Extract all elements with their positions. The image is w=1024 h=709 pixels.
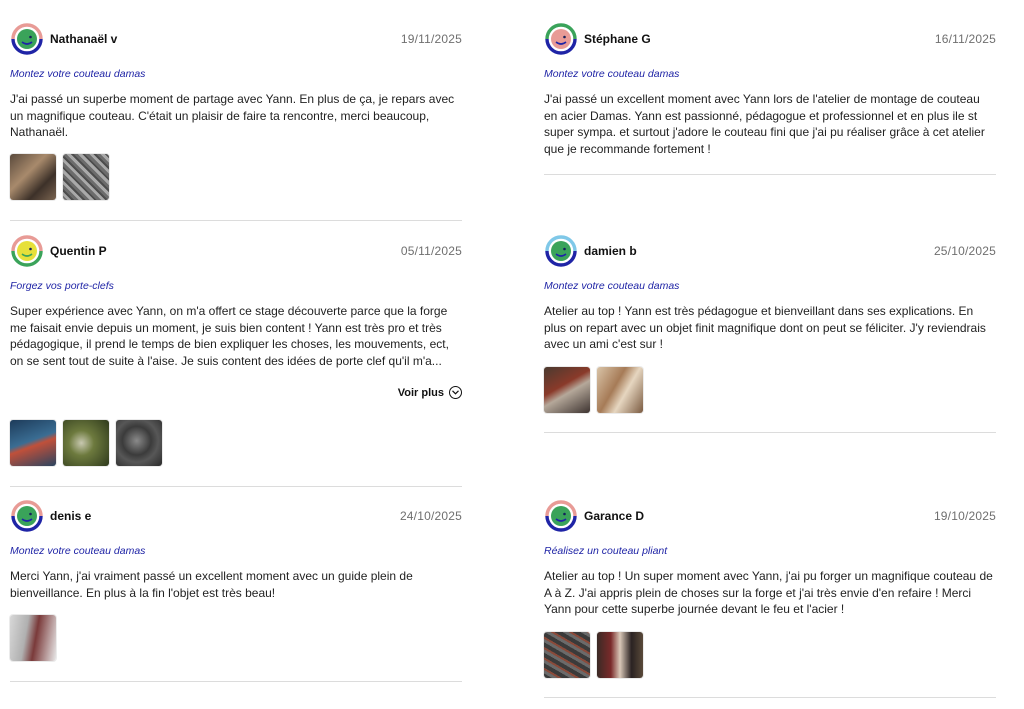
see-more-label: Voir plus bbox=[397, 386, 444, 399]
review-photo[interactable] bbox=[544, 632, 590, 678]
review-workshop: Forgez vos porte-clefs bbox=[10, 280, 114, 292]
review-author: damien b bbox=[584, 244, 637, 258]
review-date: 24/10/2025 bbox=[399, 509, 462, 523]
review-workshop: Montez votre couteau damas bbox=[10, 68, 146, 80]
review-divider bbox=[544, 174, 996, 175]
review-photo[interactable] bbox=[63, 420, 109, 466]
review-photos bbox=[10, 615, 56, 661]
review-divider bbox=[10, 681, 462, 682]
review-card: Nathanaël v 19/11/2025 Montez votre cout… bbox=[10, 22, 462, 221]
review-author: Nathanaël v bbox=[50, 32, 118, 46]
review-photos bbox=[10, 420, 162, 466]
review-author: Quentin P bbox=[50, 244, 107, 258]
avatar-icon bbox=[544, 234, 578, 268]
review-date: 25/10/2025 bbox=[933, 244, 996, 258]
review-author: Garance D bbox=[584, 509, 645, 523]
review-text: J'ai passé un superbe moment de partage … bbox=[10, 92, 455, 139]
chevron-down-icon bbox=[449, 386, 462, 399]
review-photo[interactable] bbox=[597, 367, 643, 413]
see-more-button[interactable]: Voir plus bbox=[398, 386, 462, 399]
review-author: denis e bbox=[50, 509, 92, 523]
avatar-icon bbox=[10, 22, 44, 56]
avatar-icon bbox=[544, 22, 578, 56]
review-text: Atelier au top ! Un super moment avec Ya… bbox=[544, 569, 993, 616]
review-photos bbox=[544, 632, 643, 678]
review-photos bbox=[10, 154, 109, 200]
review-photo[interactable] bbox=[10, 154, 56, 200]
review-text: Merci Yann, j'ai vraiment passé un excel… bbox=[10, 569, 413, 600]
review-card: Stéphane G 16/11/2025 Montez votre coute… bbox=[544, 22, 996, 175]
review-photo[interactable] bbox=[10, 420, 56, 466]
avatar-icon bbox=[10, 234, 44, 268]
review-card: Quentin P 05/11/2025 Forgez vos porte-cl… bbox=[10, 234, 462, 487]
review-date: 19/10/2025 bbox=[933, 509, 996, 523]
review-photo[interactable] bbox=[10, 615, 56, 661]
review-divider bbox=[544, 432, 996, 433]
avatar-icon bbox=[10, 499, 44, 533]
review-date: 19/11/2025 bbox=[400, 32, 462, 46]
review-text: Super expérience avec Yann, on m'a offer… bbox=[10, 304, 449, 368]
review-workshop: Montez votre couteau damas bbox=[10, 545, 146, 557]
review-date: 05/11/2025 bbox=[400, 244, 462, 258]
review-divider bbox=[10, 220, 462, 221]
review-card: Garance D 19/10/2025 Réalisez un couteau… bbox=[544, 499, 996, 698]
review-workshop: Réalisez un couteau pliant bbox=[544, 545, 668, 557]
review-text: J'ai passé un excellent moment avec Yann… bbox=[544, 92, 985, 156]
avatar-icon bbox=[544, 499, 578, 533]
review-photo[interactable] bbox=[63, 154, 109, 200]
review-photos bbox=[544, 367, 643, 413]
review-photo[interactable] bbox=[116, 420, 162, 466]
review-photo[interactable] bbox=[544, 367, 590, 413]
review-card: damien b 25/10/2025 Montez votre couteau… bbox=[544, 234, 996, 433]
review-workshop: Montez votre couteau damas bbox=[544, 68, 680, 80]
review-text: Atelier au top ! Yann est très pédagogue… bbox=[544, 304, 986, 351]
review-divider bbox=[544, 697, 996, 698]
review-photo[interactable] bbox=[597, 632, 643, 678]
review-workshop: Montez votre couteau damas bbox=[544, 280, 680, 292]
review-divider bbox=[10, 486, 462, 487]
review-card: denis e 24/10/2025 Montez votre couteau … bbox=[10, 499, 462, 682]
review-date: 16/11/2025 bbox=[934, 32, 996, 46]
review-author: Stéphane G bbox=[584, 32, 651, 46]
